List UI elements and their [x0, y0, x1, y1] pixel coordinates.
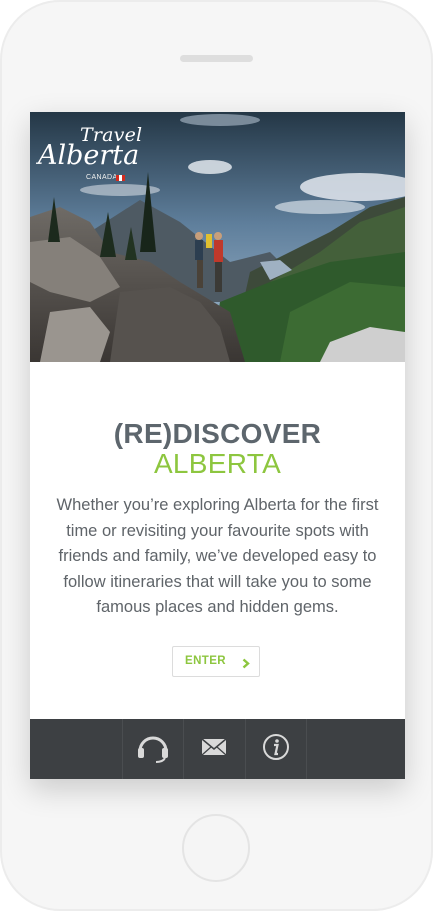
- app-screen: Travel Alberta CANADA (RE)DISCOVER ALBER…: [30, 112, 405, 779]
- headset-icon: [136, 731, 170, 768]
- support-button[interactable]: [122, 719, 183, 779]
- canada-flag-icon: [116, 175, 125, 181]
- toolbar-divider: [306, 719, 307, 779]
- info-icon: [262, 733, 290, 766]
- mail-icon: [201, 737, 227, 761]
- logo-canada-text: CANADA: [86, 174, 118, 181]
- travel-alberta-logo: Travel Alberta CANADA: [38, 124, 148, 181]
- email-button[interactable]: [183, 719, 244, 779]
- info-button[interactable]: [245, 719, 306, 779]
- logo-alberta-text: Alberta: [38, 140, 140, 171]
- home-button[interactable]: [182, 814, 250, 882]
- page-title: (RE)DISCOVER: [113, 418, 322, 449]
- page-subtitle: ALBERTA: [153, 448, 282, 479]
- enter-button-label: ENTER: [185, 655, 226, 667]
- bottom-toolbar: [30, 719, 405, 779]
- hero-image: Travel Alberta CANADA: [30, 112, 405, 362]
- chevron-right-icon: [242, 656, 250, 674]
- enter-button[interactable]: ENTER: [172, 646, 260, 677]
- intro-description: Whether you’re exploring Alberta for the…: [56, 496, 379, 616]
- phone-speaker: [180, 55, 253, 62]
- intro-panel: (RE)DISCOVER ALBERTA Whether you’re expl…: [30, 362, 405, 719]
- phone-frame: Travel Alberta CANADA (RE)DISCOVER ALBER…: [0, 0, 433, 911]
